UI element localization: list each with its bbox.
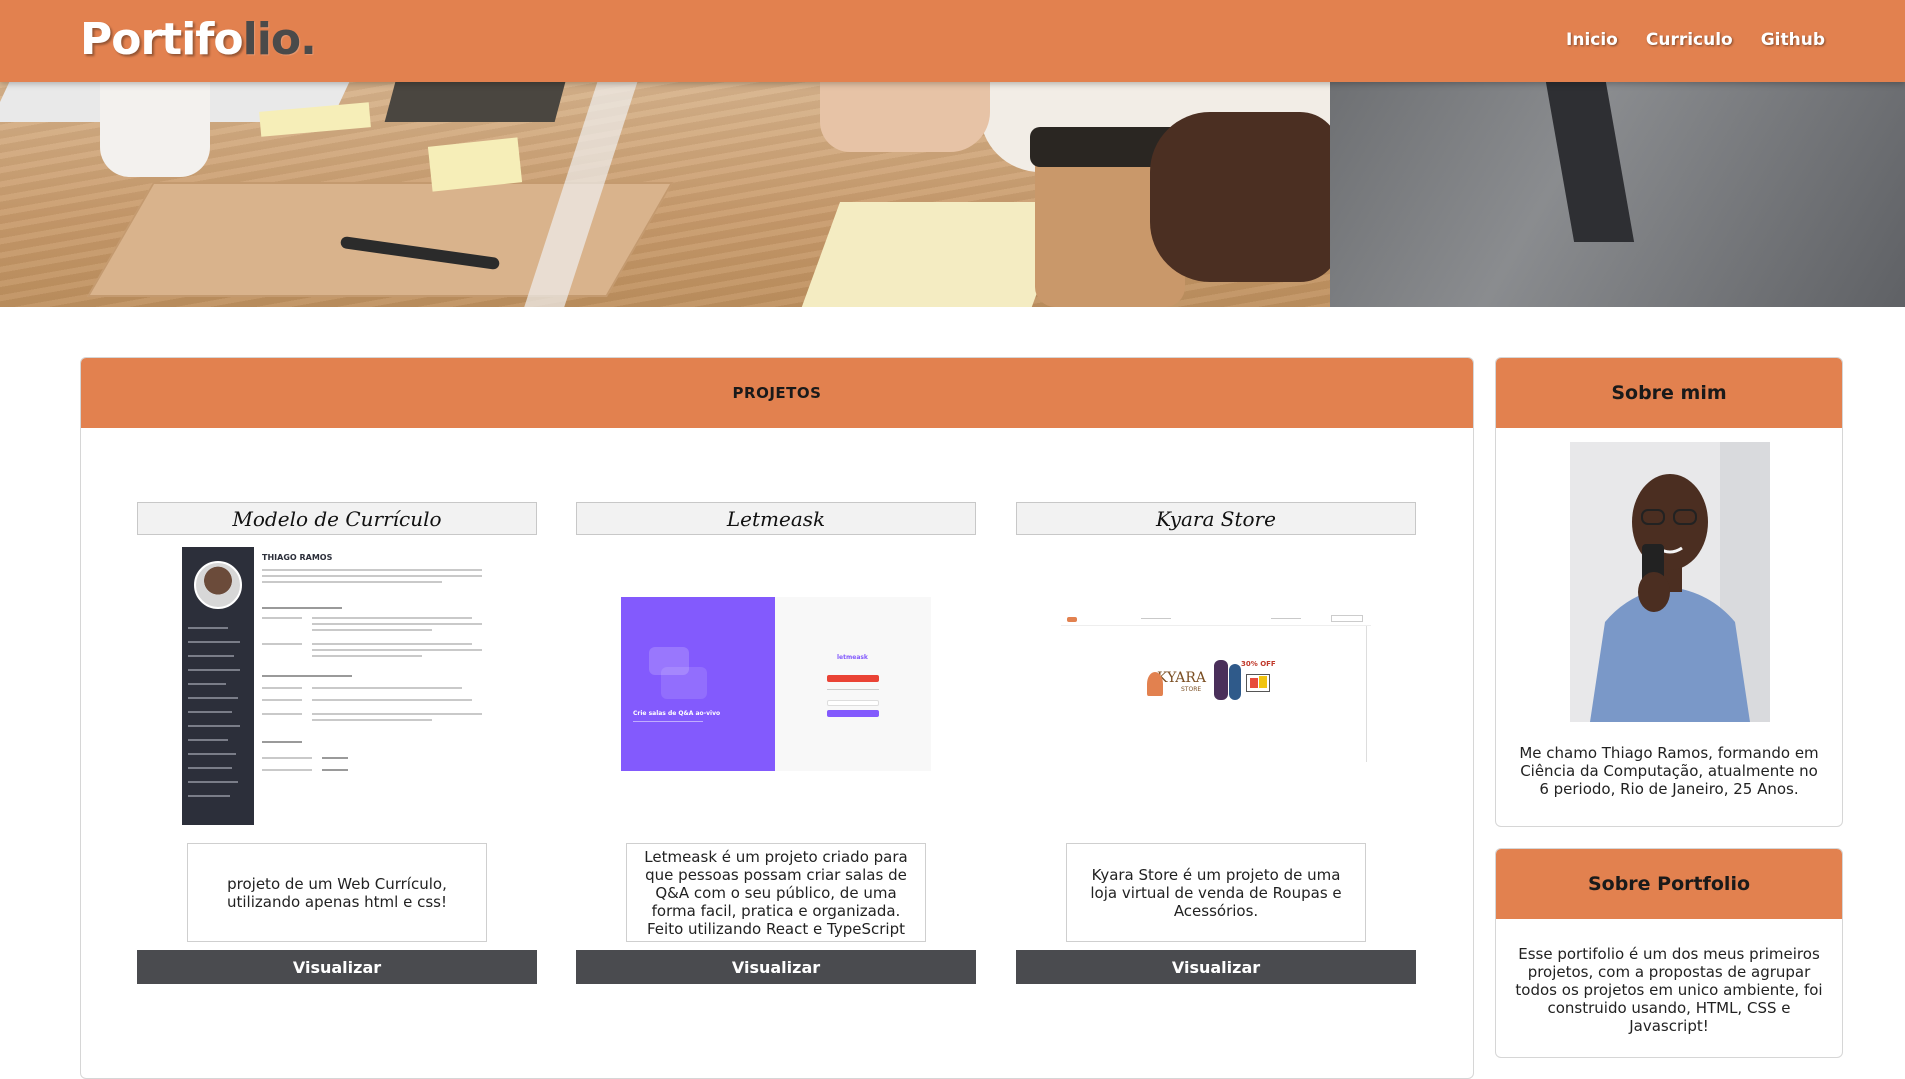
projects-title: PROJETOS (732, 384, 822, 402)
chat-illustration-icon (649, 647, 707, 699)
project-thumbnail-resume[interactable]: THIAGO RAMOS (182, 547, 487, 825)
resume-name: THIAGO RAMOS (262, 553, 333, 562)
projects-panel: PROJETOS Modelo de Currículo THIAGO RAMO… (80, 357, 1474, 1079)
sobre-portfolio-text: Esse portifolio é um dos meus primeiros … (1515, 945, 1823, 1035)
profile-photo (1570, 442, 1770, 722)
navbar: Portifolio. Inicio Curriculo Github (0, 0, 1905, 82)
project-description: Letmeask é um projeto criado para que pe… (626, 843, 926, 942)
visualizar-button[interactable]: Visualizar (1016, 950, 1416, 984)
project-description: Kyara Store é um projeto de uma loja vir… (1066, 843, 1366, 942)
project-card-letmeask: Letmeask Crie salas de Q&A ao-vivo letme… (576, 502, 976, 1022)
project-title: Modelo de Currículo (137, 502, 537, 535)
avatar (194, 561, 242, 609)
sobre-mim-text: Me chamo Thiago Ramos, formando em Ciênc… (1519, 744, 1819, 798)
nav-link-github[interactable]: Github (1761, 30, 1825, 50)
kyara-brand: KYARA (1157, 670, 1206, 686)
project-description: projeto de um Web Currículo, utilizando … (187, 843, 487, 942)
projects-header: PROJETOS (81, 358, 1473, 428)
nav-links: Inicio Curriculo Github (1566, 30, 1825, 50)
letmeask-tagline: Crie salas de Q&A ao-vivo (633, 710, 721, 717)
sobre-portfolio-panel: Sobre Portfolio Esse portifolio é um dos… (1495, 848, 1843, 1058)
logo[interactable]: Portifolio. (80, 14, 317, 65)
nav-link-curriculo[interactable]: Curriculo (1646, 30, 1733, 50)
sobre-mim-title: Sobre mim (1496, 358, 1842, 428)
project-title: Kyara Store (1016, 502, 1416, 535)
kyara-badge: 30% OFF (1241, 660, 1276, 668)
sobre-portfolio-title: Sobre Portfolio (1496, 849, 1842, 919)
project-description-main: Letmeask é um projeto criado para que pe… (644, 847, 908, 920)
project-description-tech: Feito utilizando React e TypeScript (647, 919, 905, 938)
project-title: Letmeask (576, 502, 976, 535)
sobre-mim-panel: Sobre mim Me chamo Thiago Ramos, formand… (1495, 357, 1843, 827)
visualizar-button[interactable]: Visualizar (137, 950, 537, 984)
nav-link-inicio[interactable]: Inicio (1566, 30, 1618, 50)
logo-part1: Portifo (80, 14, 244, 65)
project-card-curriculo: Modelo de Currículo THIAGO RAMOS projeto… (137, 502, 537, 1022)
hero-banner-image (0, 82, 1905, 307)
letmeask-logo: letmeask (837, 654, 868, 661)
project-thumbnail-kyara[interactable]: KYARA STORE 30% OFF (1061, 612, 1371, 762)
logo-part2: lio. (242, 14, 317, 65)
visualizar-button[interactable]: Visualizar (576, 950, 976, 984)
project-thumbnail-letmeask[interactable]: Crie salas de Q&A ao-vivo letmeask (621, 597, 931, 771)
project-card-kyara: Kyara Store KYARA STORE 30% OFF Kyara St… (1016, 502, 1416, 1022)
kyara-sub: STORE (1181, 686, 1202, 693)
